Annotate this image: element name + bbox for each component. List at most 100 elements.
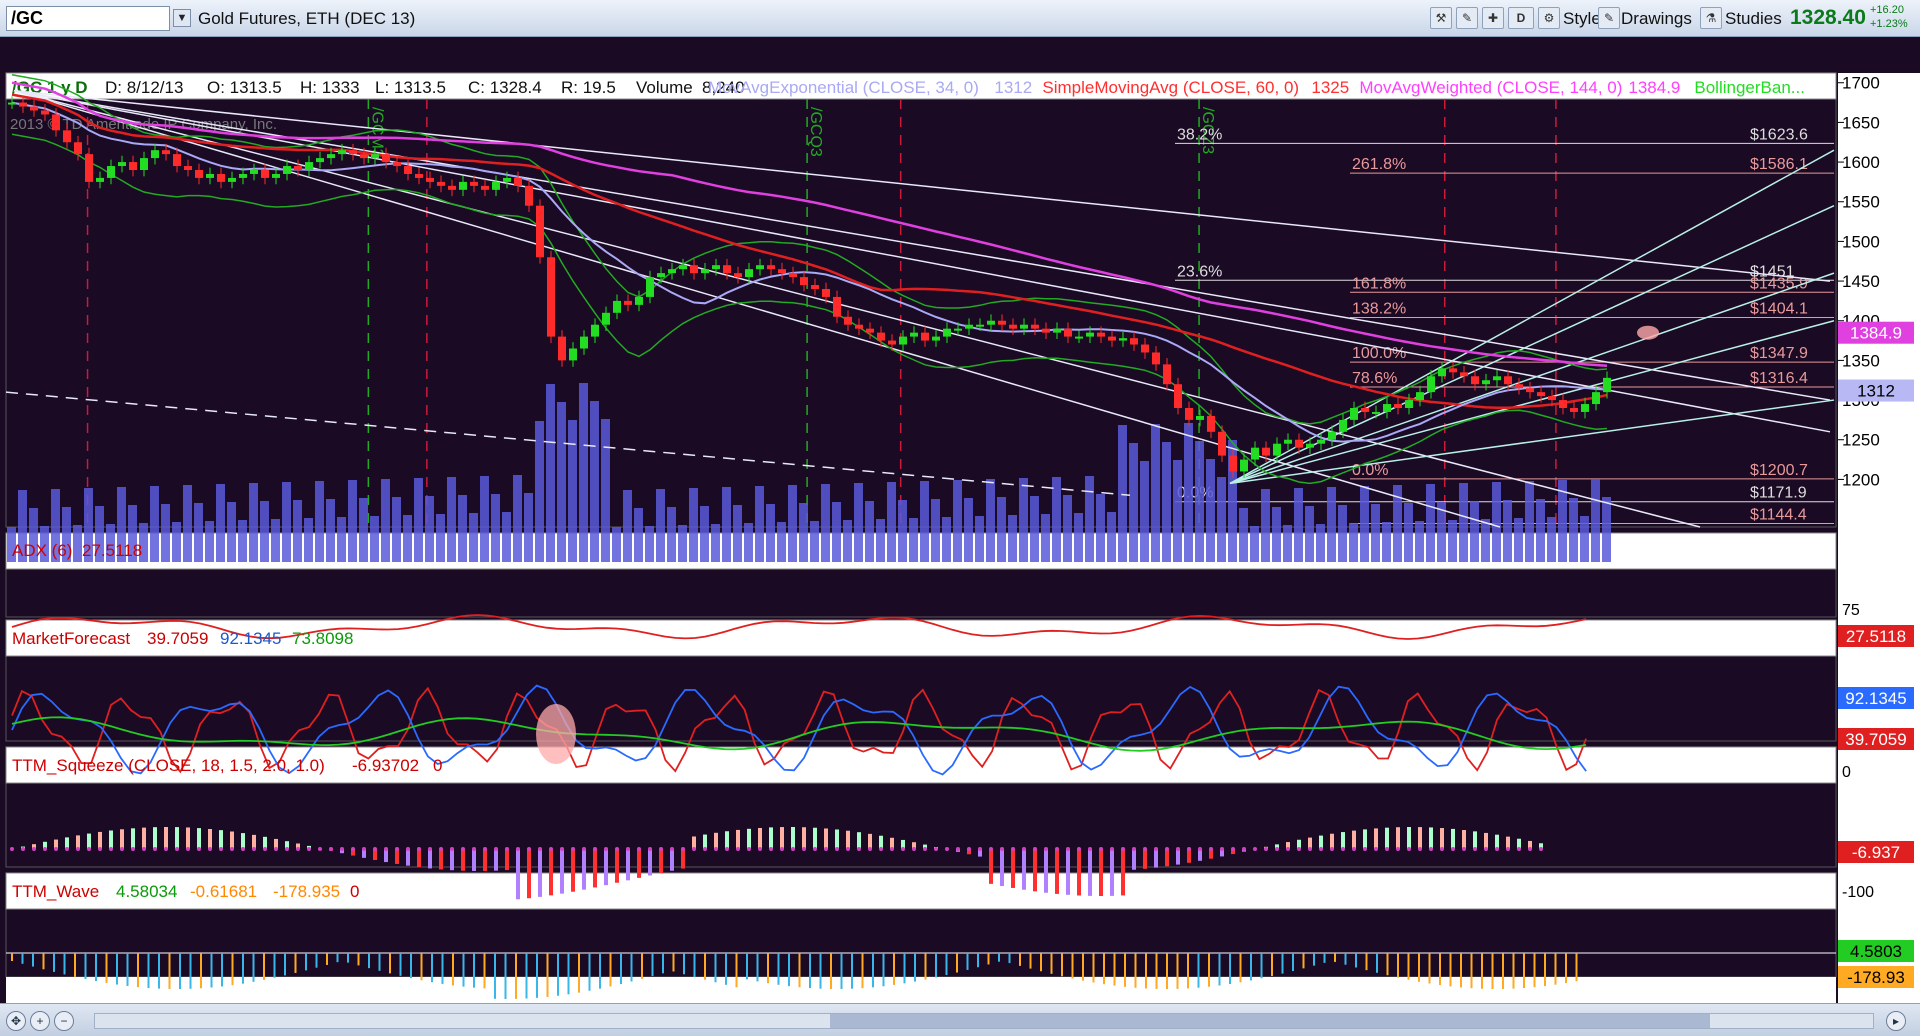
squeeze-dot [208,847,212,851]
studies-icon[interactable]: ⚗ [1700,7,1722,29]
volume-bar [1085,476,1094,562]
scrollbar-thumb[interactable] [830,1014,1710,1028]
squeeze-dot [549,847,553,851]
symbol-input[interactable]: /GC [6,6,170,31]
squeeze-bar [1407,827,1411,849]
squeeze-dot [1044,847,1048,851]
style-button[interactable]: Style [1563,7,1601,30]
candle-body [1394,404,1402,408]
candle-body [1339,419,1347,432]
candle-body [448,185,456,190]
volume-bar [1074,513,1083,562]
time-scrollbar[interactable] [94,1013,1874,1029]
settings-wrench-icon[interactable]: ✎ [1456,7,1478,29]
link-icon[interactable]: ⚒ [1430,7,1452,29]
wave-bar [599,953,601,989]
candle-body [1427,376,1435,393]
wave-bar [1428,953,1431,984]
squeeze-bar [1132,849,1136,870]
candle-body [1196,415,1204,420]
candle-body [558,336,566,361]
drawings-button[interactable]: Drawings [1621,7,1692,30]
squeeze-bar [670,849,674,871]
squeeze-dot [472,847,476,851]
squeeze-bar [1462,830,1466,849]
study-label-1: SimpleMovingAvg (CLOSE, 60, 0) [1042,78,1299,97]
volume-bar [964,498,973,562]
style-icon[interactable]: ⚙ [1538,7,1560,29]
price-tick-7: 1350 [1842,351,1880,370]
squeeze-bar [1484,832,1488,849]
squeeze-dot [483,847,487,851]
zoom-in-icon[interactable]: + [30,1011,50,1031]
squeeze-bar [813,827,817,849]
candle-body [316,158,324,163]
squeeze-dot [560,847,564,851]
aggregation-button[interactable]: D [1508,7,1534,29]
squeeze-bar [648,849,652,876]
candle-body [1603,377,1611,393]
volume-bar [1173,460,1182,562]
price-chart-svg[interactable]: /GC 1 y D D: 8/12/13 O: 1313.5 H: 1333 L: 13… [0,37,1920,1036]
candle-body [8,102,16,105]
fib-price-9: $1144.4 [1750,507,1807,524]
volume-bar [1008,515,1017,562]
candle-body [239,173,247,178]
wave-bar [651,953,654,977]
volume-bar [810,521,819,562]
squeeze-dot [1154,847,1158,851]
candle-body [1141,344,1149,353]
volume-bar [568,420,577,562]
wave-bar [1103,953,1105,985]
squeeze-dot [912,847,916,851]
volume-bar [238,520,247,562]
squeeze-bar [846,830,850,849]
price-tick-10: 1200 [1842,470,1880,489]
price-axis-bg [1838,73,1920,1003]
wave-bar [525,953,528,999]
squeeze-dot [1066,847,1070,851]
pan-icon[interactable]: ✥ [6,1011,26,1031]
volume-bar [579,383,588,562]
chart-area[interactable]: /GC 1 y D D: 8/12/13 O: 1313.5 H: 1333 L: 13… [0,37,1920,1036]
wave-bar [1071,953,1074,979]
volume-bar [249,483,258,562]
squeeze-bar [1374,828,1378,849]
candle-body [349,150,357,155]
symbol-dropdown-icon[interactable]: ▼ [173,9,191,27]
volume-bar [1404,503,1413,562]
squeeze-dot [285,847,289,851]
volume-bar [1162,442,1171,562]
squeeze-dot [10,847,14,851]
wma-touch-marker [1637,325,1659,340]
squeeze-dot [54,847,58,851]
squeeze-dot [1220,847,1224,851]
volume-bar [821,484,830,562]
wave-bar [294,953,297,973]
volume-bar [1294,488,1303,562]
scroll-right-icon[interactable]: ▸ [1886,1011,1906,1031]
squeeze-dot [648,847,652,851]
fib-price-5: $1347.9 [1750,345,1808,362]
squeeze-dot [296,847,300,851]
drawings-icon[interactable]: ✎ [1598,7,1620,29]
candle-body [140,158,148,170]
candle-body [1471,376,1479,385]
zoom-out-icon[interactable]: − [54,1011,74,1031]
volume-bar [1426,484,1435,562]
squeeze-dot [1099,847,1103,851]
wave-bar [1281,953,1284,974]
studies-button[interactable]: Studies [1725,7,1782,30]
squeeze-bar [1165,849,1169,867]
header-field-4: L: 1313.5 [375,78,446,97]
candle-body [1526,388,1534,393]
wave-bar [179,953,181,989]
squeeze-dot [780,847,784,851]
volume-bar [425,496,434,562]
crosshair-icon[interactable]: ✚ [1482,7,1504,29]
wave-bar [1292,953,1294,972]
candle-body [1273,443,1281,456]
volume-bar [1184,423,1193,562]
candle-body [470,181,478,186]
mf-v3: 73.8098 [292,629,353,648]
